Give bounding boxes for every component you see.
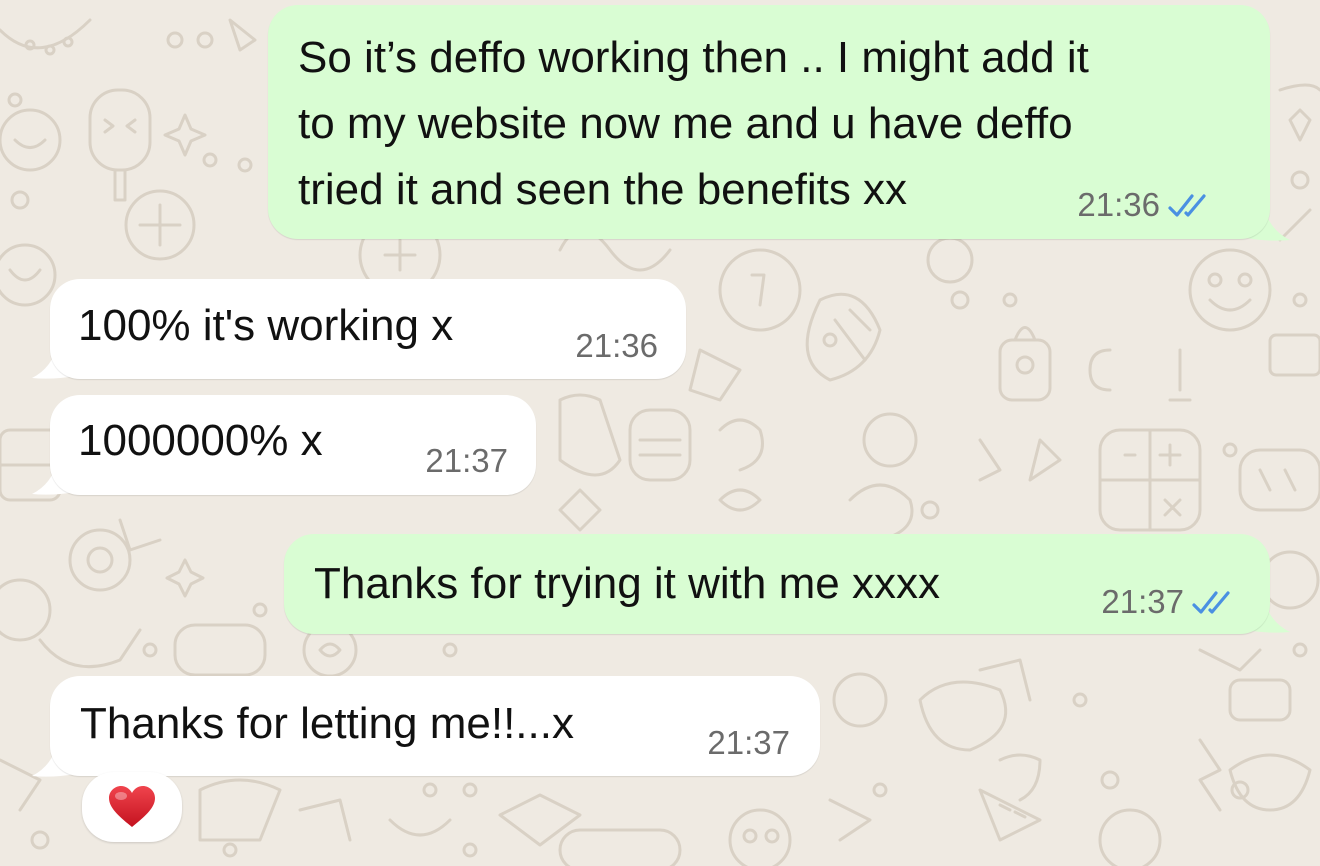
message-meta: 21:37 bbox=[707, 725, 790, 761]
message-text: 100% it's working x bbox=[78, 301, 454, 350]
read-receipt-double-check-icon bbox=[1192, 591, 1230, 614]
message-time: 21:37 bbox=[1101, 583, 1184, 620]
message-meta: 21:36 bbox=[575, 328, 658, 364]
read-receipt-double-check-icon bbox=[1168, 194, 1206, 217]
message-text: Thanks for letting me!!...x bbox=[80, 699, 574, 748]
message-bubble-incoming[interactable]: 1000000% x 21:37 bbox=[50, 395, 536, 495]
message-text-line: tried it and seen the benefits xx bbox=[298, 165, 908, 214]
message-bubble-outgoing[interactable]: So it’s deffo working then .. I might ad… bbox=[268, 5, 1270, 239]
message-time: 21:37 bbox=[707, 724, 790, 761]
message-bubble-incoming[interactable]: Thanks for letting me!!...x 21:37 bbox=[50, 676, 820, 776]
message-time: 21:36 bbox=[1077, 186, 1160, 223]
message-bubble-incoming[interactable]: 100% it's working x 21:36 bbox=[50, 279, 686, 379]
message-bubble-outgoing[interactable]: Thanks for trying it with me xxxx 21:37 bbox=[284, 534, 1270, 634]
message-meta: 21:37 bbox=[425, 443, 508, 479]
message-meta: 21:37 bbox=[1101, 584, 1238, 620]
message-meta: 21:36 bbox=[1077, 187, 1214, 223]
message-time: 21:36 bbox=[575, 327, 658, 364]
message-text-line: to my website now me and u have deffo bbox=[298, 99, 1073, 148]
heart-emoji-icon bbox=[109, 786, 155, 827]
message-text: Thanks for trying it with me xxxx bbox=[314, 559, 940, 608]
message-time: 21:37 bbox=[425, 442, 508, 479]
message-text: 1000000% x bbox=[78, 416, 323, 465]
message-reaction[interactable] bbox=[82, 772, 182, 842]
message-text-line: So it’s deffo working then .. I might ad… bbox=[298, 33, 1089, 82]
